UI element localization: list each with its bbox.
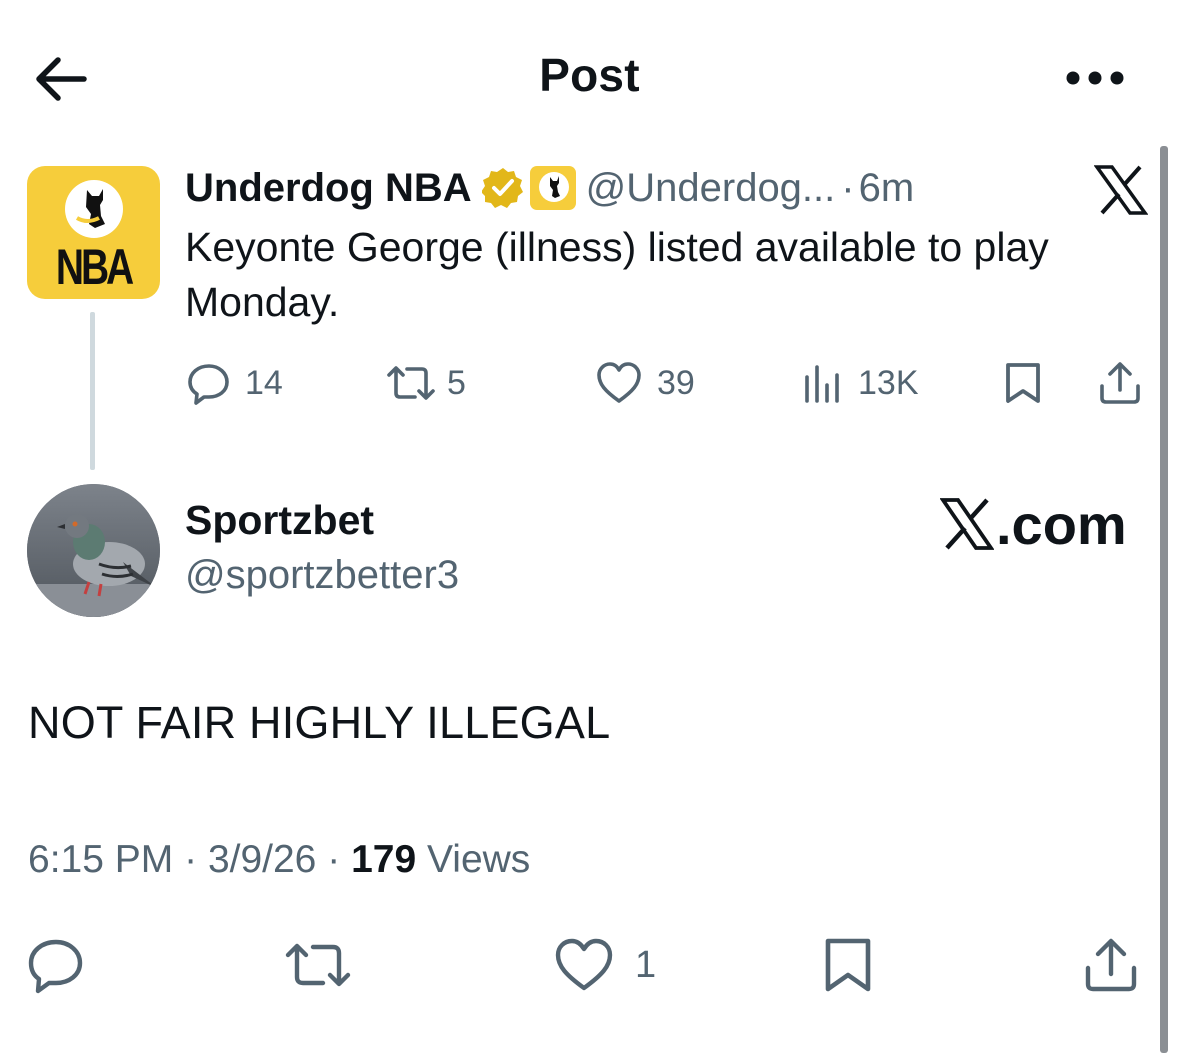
quoted-views-count: 13K	[858, 363, 919, 402]
repost-button[interactable]	[283, 930, 353, 1000]
repost-icon	[285, 943, 351, 987]
bookmark-button[interactable]	[822, 930, 874, 1000]
share-button[interactable]	[1083, 930, 1139, 1000]
more-horizontal-icon	[1066, 71, 1124, 85]
watermark-text: .com	[996, 492, 1127, 556]
dot-separator: ·	[327, 838, 341, 881]
post-date[interactable]: 3/9/26	[208, 838, 316, 881]
post-time[interactable]: 6:15 PM	[28, 838, 173, 881]
more-options-button[interactable]	[1062, 60, 1128, 96]
heart-icon	[555, 938, 613, 991]
repost-icon	[387, 366, 435, 400]
x-logo-icon	[940, 498, 994, 550]
dot-separator: ·	[184, 838, 198, 881]
author-name[interactable]: Sportzbet	[185, 497, 374, 544]
post-meta: 6:15 PM · 3/9/26 · 179 Views	[28, 838, 530, 882]
share-icon	[1085, 938, 1137, 992]
dog-logo	[65, 180, 123, 238]
dot-separator: ·	[841, 165, 855, 210]
quoted-author-name[interactable]: Underdog NBA	[185, 166, 472, 211]
avatar-logo-text: NBA	[55, 239, 134, 295]
bookmark-icon	[825, 938, 871, 992]
quoted-views-button[interactable]: 13K	[802, 355, 919, 411]
bookmark-icon	[1006, 363, 1040, 403]
share-icon	[1100, 362, 1140, 404]
reply-icon	[188, 364, 229, 405]
top-bar: Post	[0, 0, 1179, 150]
page-title: Post	[539, 49, 640, 101]
quoted-post-actions: 14 5 39 13K	[185, 355, 1150, 411]
thread-connector-line	[90, 312, 95, 470]
quoted-repost-count: 5	[447, 363, 466, 402]
quoted-reply-button[interactable]: 14	[187, 355, 283, 411]
quoted-post-text: Keyonte George (illness) listed availabl…	[185, 224, 1049, 325]
author-avatar[interactable]	[27, 484, 160, 617]
quoted-repost-button[interactable]: 5	[385, 355, 466, 411]
post-actions: 1	[0, 930, 1179, 1000]
quoted-like-count: 39	[657, 363, 695, 402]
like-count: 1	[635, 943, 657, 986]
quoted-bookmark-button[interactable]	[1003, 355, 1043, 411]
verified-badge-icon[interactable]	[481, 167, 524, 209]
x-logo-icon	[1094, 165, 1148, 215]
quoted-author-avatar[interactable]: NBA	[27, 166, 160, 299]
pigeon-photo	[27, 484, 160, 617]
quoted-author-handle[interactable]: @Underdog...	[586, 166, 836, 211]
reply-button[interactable]	[27, 930, 85, 1000]
quoted-author-row: Underdog NBA @Underdog... · 6m	[185, 160, 914, 216]
views-count[interactable]: 179	[351, 838, 416, 881]
x-com-watermark: .com	[940, 492, 1127, 556]
scrollbar[interactable]	[1160, 146, 1168, 1053]
reply-icon	[28, 939, 83, 994]
post-text: NOT FAIR HIGHLY ILLEGAL	[28, 697, 611, 748]
quoted-like-button[interactable]: 39	[595, 355, 695, 411]
author-handle[interactable]: @sportzbetter3	[185, 553, 459, 598]
quoted-share-button[interactable]	[1098, 355, 1142, 411]
affiliate-badge-icon[interactable]	[529, 166, 576, 210]
views-label: Views	[426, 838, 531, 881]
heart-icon	[597, 362, 641, 403]
views-chart-icon	[805, 365, 839, 403]
like-button[interactable]: 1	[553, 930, 656, 1000]
quoted-reply-count: 14	[245, 363, 283, 402]
quoted-post-time[interactable]: 6m	[859, 166, 915, 211]
